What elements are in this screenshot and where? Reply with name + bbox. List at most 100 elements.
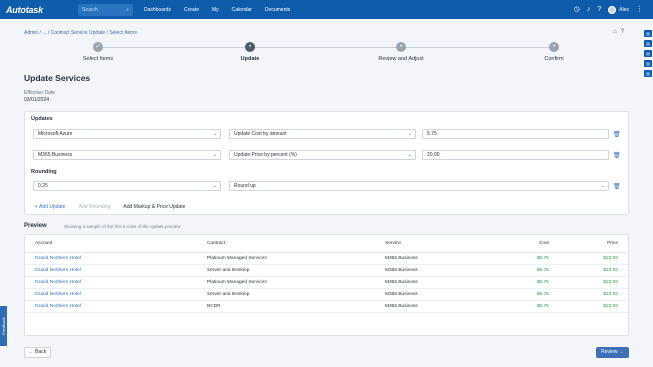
- step-select-items[interactable]: ✓ Select Items: [63, 42, 133, 62]
- column-contract[interactable]: Contract: [197, 235, 375, 253]
- step-label: Confirm: [544, 56, 564, 62]
- updates-heading: Updates: [31, 116, 53, 122]
- table-row: Grand Northern Hotel BCDR M365 Business …: [25, 300, 628, 313]
- step-update[interactable]: • Update: [215, 42, 285, 62]
- column-price[interactable]: Price: [558, 235, 628, 253]
- column-service[interactable]: Service: [375, 235, 495, 253]
- update-action-select-2[interactable]: Update Price by percent (%) ⌄: [229, 150, 416, 160]
- trash-icon[interactable]: 🗑: [613, 131, 621, 138]
- help-icon[interactable]: ?: [597, 6, 601, 13]
- update-action-select-1[interactable]: Update Cost by amount ⌄: [229, 129, 416, 139]
- trash-icon[interactable]: 🗑: [613, 152, 621, 159]
- update-value-input-2[interactable]: 20.00: [422, 150, 609, 160]
- page-tools: ⌂?: [613, 29, 628, 35]
- breadcrumb[interactable]: Admin / ... / Contract Service Update / …: [24, 30, 137, 36]
- search-icon[interactable]: ⌕: [126, 7, 129, 13]
- avatar[interactable]: [608, 5, 617, 14]
- contract-cell: BCDR: [197, 300, 375, 313]
- add-markup-link[interactable]: Add Markup & Price Update: [123, 204, 185, 210]
- review-button[interactable]: Review →: [596, 347, 629, 358]
- rail-icon-1[interactable]: ▤: [644, 30, 652, 37]
- chevron-down-icon: ⌄: [407, 152, 412, 158]
- search-placeholder: Search: [82, 6, 98, 13]
- price-cell: $23.00: [558, 276, 628, 289]
- chevron-down-icon: ⌄: [212, 152, 217, 158]
- table-row: Grand Northern Hotel Server and Desktop …: [25, 264, 628, 277]
- chevron-down-icon: ⌄: [212, 131, 217, 137]
- price-cell: $23.00: [558, 252, 628, 265]
- price-cell: $23.00: [558, 300, 628, 313]
- cost-cell: $5.75: [495, 252, 559, 265]
- rounding-mode-select[interactable]: Round up ⌄: [229, 181, 609, 191]
- chevron-down-icon: ⌄: [600, 183, 605, 189]
- column-account[interactable]: Account: [25, 235, 197, 253]
- clock-icon[interactable]: ◷: [574, 6, 580, 13]
- cost-cell: $5.75: [495, 300, 559, 313]
- search-input[interactable]: Search ⌕: [78, 3, 133, 16]
- help-circle-icon[interactable]: ?: [621, 29, 624, 35]
- rail-icon-3[interactable]: ▤: [644, 50, 652, 57]
- account-link[interactable]: Grand Northern Hotel: [25, 288, 197, 301]
- stepper-track: [98, 47, 555, 48]
- autotask-logo[interactable]: Autotask: [6, 5, 78, 15]
- nav-documents[interactable]: Documents: [265, 7, 290, 13]
- cost-cell: $5.75: [495, 288, 559, 301]
- price-cell: $23.00: [558, 288, 628, 301]
- step-label: Select Items: [82, 56, 114, 62]
- nav-dashboards[interactable]: Dashboards: [144, 7, 171, 13]
- nav-calendar[interactable]: Calendar: [232, 7, 252, 13]
- preview-table: Account Contract Service Cost Price Gran…: [25, 235, 628, 313]
- effective-date-value: 03/01/2024: [24, 97, 50, 103]
- contract-cell: Server and Desktop: [197, 288, 375, 301]
- update-actions: + Add Update Add Rounding Add Markup & P…: [35, 204, 197, 210]
- user-name[interactable]: Alex: [619, 7, 629, 13]
- rounding-value-select[interactable]: 0.25 ⌄: [33, 181, 221, 191]
- add-rounding-link[interactable]: Add Rounding: [79, 204, 111, 210]
- select-value: M365 Business: [38, 152, 73, 158]
- step-confirm[interactable]: • Confirm: [519, 42, 589, 62]
- preview-title: Preview: [24, 223, 47, 229]
- table-row: Grand Northern Hotel Platinum Managed Se…: [25, 252, 628, 265]
- nav-my[interactable]: My: [212, 7, 219, 13]
- main-nav: Dashboards Create My Calendar Documents: [144, 7, 303, 13]
- rail-icon-2[interactable]: ▤: [644, 40, 652, 47]
- account-link[interactable]: Grand Northern Hotel: [25, 264, 197, 277]
- step-dot: •: [396, 42, 406, 52]
- feedback-tab[interactable]: Feedback: [0, 306, 7, 346]
- preview-note: Showing a sample of the first 5 rows of …: [64, 224, 181, 229]
- step-dot: •: [245, 42, 255, 52]
- back-button[interactable]: ← Back: [24, 347, 51, 358]
- service-cell: M365 Business: [375, 288, 495, 301]
- step-label: Review and Adjust: [378, 56, 424, 62]
- account-link[interactable]: Grand Northern Hotel: [25, 276, 197, 289]
- grid-icon[interactable]: ⋮: [636, 6, 643, 13]
- check-icon: ✓: [93, 42, 103, 52]
- select-value: Update Price by percent (%): [234, 152, 297, 158]
- service-cell: M365 Business: [375, 276, 495, 289]
- service-cell: M365 Business: [375, 264, 495, 277]
- step-label: Update: [240, 56, 260, 62]
- service-cell: M365 Business: [375, 252, 495, 265]
- chevron-down-icon: ⌄: [407, 131, 412, 137]
- rounding-heading: Rounding: [31, 169, 57, 175]
- account-link[interactable]: Grand Northern Hotel: [25, 252, 197, 265]
- bell-icon[interactable]: ♪: [587, 6, 591, 13]
- rail-icon-5[interactable]: ▤: [644, 70, 652, 77]
- price-cell: $23.00: [558, 264, 628, 277]
- rail-icon-4[interactable]: ▤: [644, 60, 652, 67]
- nav-create[interactable]: Create: [184, 7, 199, 13]
- chevron-down-icon: ⌄: [212, 183, 217, 189]
- trash-icon[interactable]: 🗑: [613, 183, 621, 190]
- column-cost[interactable]: Cost: [495, 235, 559, 253]
- pin-icon[interactable]: ⌂: [613, 29, 617, 35]
- top-navigation-bar: Autotask Search ⌕ Dashboards Create My C…: [0, 0, 653, 19]
- update-target-select-1[interactable]: Microsoft Azure ⌄: [33, 129, 221, 139]
- step-dot: •: [549, 42, 559, 52]
- right-side-rail: ▤ ▤ ▤ ▤ ▤: [643, 30, 653, 80]
- account-link[interactable]: Grand Northern Hotel: [25, 300, 197, 313]
- step-review-and-adjust[interactable]: • Review and Adjust: [366, 42, 436, 62]
- select-value: Microsoft Azure: [38, 131, 73, 137]
- add-update-link[interactable]: + Add Update: [35, 204, 65, 210]
- update-target-select-2[interactable]: M365 Business ⌄: [33, 150, 221, 160]
- update-value-input-1[interactable]: 5.75: [422, 129, 609, 139]
